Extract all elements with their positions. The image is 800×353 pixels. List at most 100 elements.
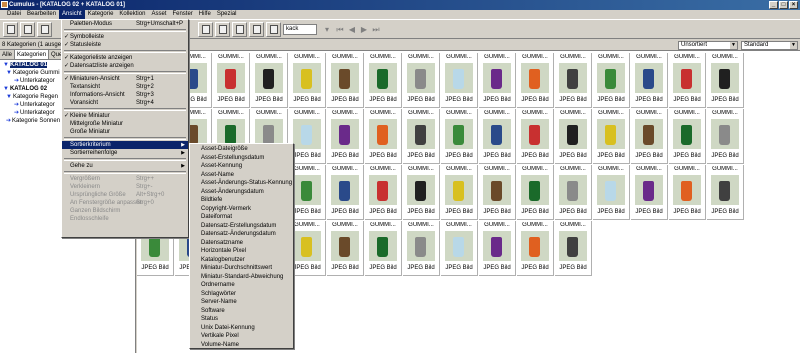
asset-thumbnail[interactable]: GUMMI... JPEG Bild	[441, 221, 478, 276]
tab-kategorien[interactable]: Kategorien	[15, 50, 50, 59]
edit-icon[interactable]	[232, 22, 247, 37]
view-menu-item[interactable]: Sortierreihenfolge ▶	[62, 149, 188, 157]
asset-thumbnail[interactable]: GUMMI... JPEG Bild	[365, 221, 402, 276]
view-select[interactable]: Standard ▼	[741, 41, 798, 50]
copy-icon[interactable]	[249, 22, 264, 37]
asset-thumbnail[interactable]: GUMMI... JPEG Bild	[593, 53, 630, 108]
asset-thumbnail[interactable]: GUMMI... JPEG Bild	[517, 221, 554, 276]
asset-thumbnail[interactable]: GUMMI... JPEG Bild	[631, 165, 668, 220]
view-menu-item[interactable]: Informations-Ansicht Strg+3	[62, 91, 188, 99]
sort-criteria-item[interactable]: Asset-Dateigröße	[190, 145, 293, 154]
sort-criteria-item[interactable]: Asset-Änderungs-Status-Kennung	[190, 179, 293, 188]
open-catalog-icon[interactable]	[3, 22, 18, 37]
asset-thumbnail[interactable]: GUMMI... JPEG Bild	[327, 109, 364, 164]
next-record-icon[interactable]: ▶	[359, 24, 369, 35]
view-menu-item[interactable]: Mittelgroße Miniatur	[62, 120, 188, 128]
asset-thumbnail[interactable]: GUMMI... JPEG Bild	[365, 53, 402, 108]
view-menu-item[interactable]: ✓ Statusleiste	[62, 41, 188, 49]
menu-datei[interactable]: Datei	[4, 10, 24, 19]
asset-thumbnail[interactable]: GUMMI... JPEG Bild	[631, 109, 668, 164]
sort-criteria-item[interactable]: Status	[190, 315, 293, 324]
asset-thumbnail[interactable]: GUMMI... JPEG Bild	[555, 165, 592, 220]
view-menu-item[interactable]: Voransicht Strg+4	[62, 99, 188, 107]
menu-spezial[interactable]: Spezial	[214, 10, 240, 19]
minimize-button[interactable]: _	[769, 1, 778, 9]
delete-icon[interactable]	[266, 22, 281, 37]
view-menu-item[interactable]: Textansicht Strg+2	[62, 83, 188, 91]
menu-fenster[interactable]: Fenster	[169, 10, 195, 19]
asset-thumbnail[interactable]: GUMMI... JPEG Bild	[555, 109, 592, 164]
asset-thumbnail[interactable]: GUMMI... JPEG Bild	[669, 109, 706, 164]
tab-alle[interactable]: Alle	[0, 50, 16, 59]
view-menu-item[interactable]: ✓ Datensatzliste anzeigen	[62, 62, 188, 70]
sort-criteria-item[interactable]: Datensatz-Änderungsdatum	[190, 230, 293, 239]
view-menu-item[interactable]: ✓ Kategorieliste anzeigen	[62, 54, 188, 62]
asset-thumbnail[interactable]: GUMMI... JPEG Bild	[403, 109, 440, 164]
asset-thumbnail[interactable]: GUMMI... JPEG Bild	[327, 165, 364, 220]
asset-thumbnail[interactable]: GUMMI... JPEG Bild	[707, 109, 744, 164]
view-menu-item[interactable]: ✓ Kleine Miniatur	[62, 112, 188, 120]
view-menu-item[interactable]: Paletten-Modus Strg+Umschalt+P	[62, 20, 188, 28]
sort-criteria-item[interactable]: Copyright-Vermerk	[190, 205, 293, 214]
asset-thumbnail[interactable]: GUMMI... JPEG Bild	[707, 53, 744, 108]
asset-thumbnail[interactable]: GUMMI... JPEG Bild	[403, 221, 440, 276]
maximize-button[interactable]: □	[779, 1, 788, 9]
sort-select[interactable]: Unsortiert ▼	[678, 41, 738, 50]
sort-criteria-item[interactable]: Dateiformat	[190, 213, 293, 222]
preview-icon[interactable]	[198, 22, 213, 37]
asset-thumbnail[interactable]: GUMMI... JPEG Bild	[403, 165, 440, 220]
menu-hilfe[interactable]: Hilfe	[196, 10, 214, 19]
sort-criteria-item[interactable]: Asset-Änderungsdatum	[190, 188, 293, 197]
asset-thumbnail[interactable]: GUMMI... JPEG Bild	[289, 109, 326, 164]
menu-asset[interactable]: Asset	[148, 10, 169, 19]
search-input[interactable]: kack	[283, 24, 317, 35]
sort-criteria-item[interactable]: Volume-Name	[190, 341, 293, 350]
asset-thumbnail[interactable]: GUMMI... JPEG Bild	[479, 109, 516, 164]
asset-thumbnail[interactable]: GUMMI... JPEG Bild	[441, 165, 478, 220]
asset-thumbnail[interactable]: GUMMI... JPEG Bild	[289, 221, 326, 276]
asset-thumbnail[interactable]: GUMMI... JPEG Bild	[403, 53, 440, 108]
sort-criteria-item[interactable]: Asset-Kennung	[190, 162, 293, 171]
view-menu-item[interactable]: Sortierkriterium ▶	[62, 141, 188, 149]
asset-thumbnail[interactable]: GUMMI... JPEG Bild	[669, 165, 706, 220]
sort-criteria-item[interactable]: Server-Name	[190, 298, 293, 307]
asset-thumbnail[interactable]: GUMMI... JPEG Bild	[631, 53, 668, 108]
previous-record-icon[interactable]: ◀	[347, 24, 357, 35]
asset-thumbnail[interactable]: GUMMI... JPEG Bild	[327, 221, 364, 276]
asset-thumbnail[interactable]: GUMMI... JPEG Bild	[479, 165, 516, 220]
sort-criteria-item[interactable]: Software	[190, 307, 293, 316]
find-icon[interactable]: ▾	[322, 24, 332, 35]
asset-thumbnail[interactable]: GUMMI... JPEG Bild	[479, 221, 516, 276]
menu-bearbeiten[interactable]: Bearbeiten	[24, 10, 59, 19]
view-menu-item[interactable]: ✓ Miniaturen-Ansicht Strg+1	[62, 75, 188, 83]
sort-criteria-item[interactable]: Schlagwörter	[190, 290, 293, 299]
asset-thumbnail[interactable]: GUMMI... JPEG Bild	[593, 165, 630, 220]
asset-thumbnail[interactable]: GUMMI... JPEG Bild	[669, 53, 706, 108]
sort-criteria-item[interactable]: Vertikale Pixel	[190, 332, 293, 341]
asset-thumbnail[interactable]: GUMMI... JPEG Bild	[365, 109, 402, 164]
asset-thumbnail[interactable]: GUMMI... JPEG Bild	[555, 221, 592, 276]
menu-kollektion[interactable]: Kollektion	[116, 10, 148, 19]
sort-criteria-item[interactable]: Datensatz-Erstellungsdatum	[190, 222, 293, 231]
asset-thumbnail[interactable]: GUMMI... JPEG Bild	[289, 165, 326, 220]
last-record-icon[interactable]: ⏭	[371, 24, 381, 35]
sort-criteria-item[interactable]: Ordnername	[190, 281, 293, 290]
sort-criteria-item[interactable]: Asset-Name	[190, 171, 293, 180]
sort-criteria-item[interactable]: Miniatur-Durchschnittswert	[190, 264, 293, 273]
save-icon[interactable]	[20, 22, 35, 37]
asset-thumbnail[interactable]: GUMMI... JPEG Bild	[441, 109, 478, 164]
asset-thumbnail[interactable]: GUMMI... JPEG Bild	[365, 165, 402, 220]
view-menu-item[interactable]: Große Miniatur	[62, 128, 188, 136]
sort-criteria-item[interactable]: Miniatur-Standard-Abweichung	[190, 273, 293, 282]
asset-thumbnail[interactable]: GUMMI... JPEG Bild	[707, 165, 744, 220]
asset-thumbnail[interactable]: GUMMI... JPEG Bild	[441, 53, 478, 108]
close-button[interactable]: ×	[789, 1, 798, 9]
asset-thumbnail[interactable]: GUMMI... JPEG Bild	[517, 165, 554, 220]
view-menu-item[interactable]: Gehe zu ▶	[62, 162, 188, 170]
asset-thumbnail[interactable]: GUMMI... JPEG Bild	[555, 53, 592, 108]
asset-thumbnail[interactable]: GUMMI... JPEG Bild	[327, 53, 364, 108]
info-icon[interactable]	[215, 22, 230, 37]
sort-criteria-item[interactable]: Datensatzname	[190, 239, 293, 248]
first-record-icon[interactable]: ⏮	[335, 24, 345, 35]
asset-thumbnail[interactable]: GUMMI... JPEG Bild	[517, 53, 554, 108]
